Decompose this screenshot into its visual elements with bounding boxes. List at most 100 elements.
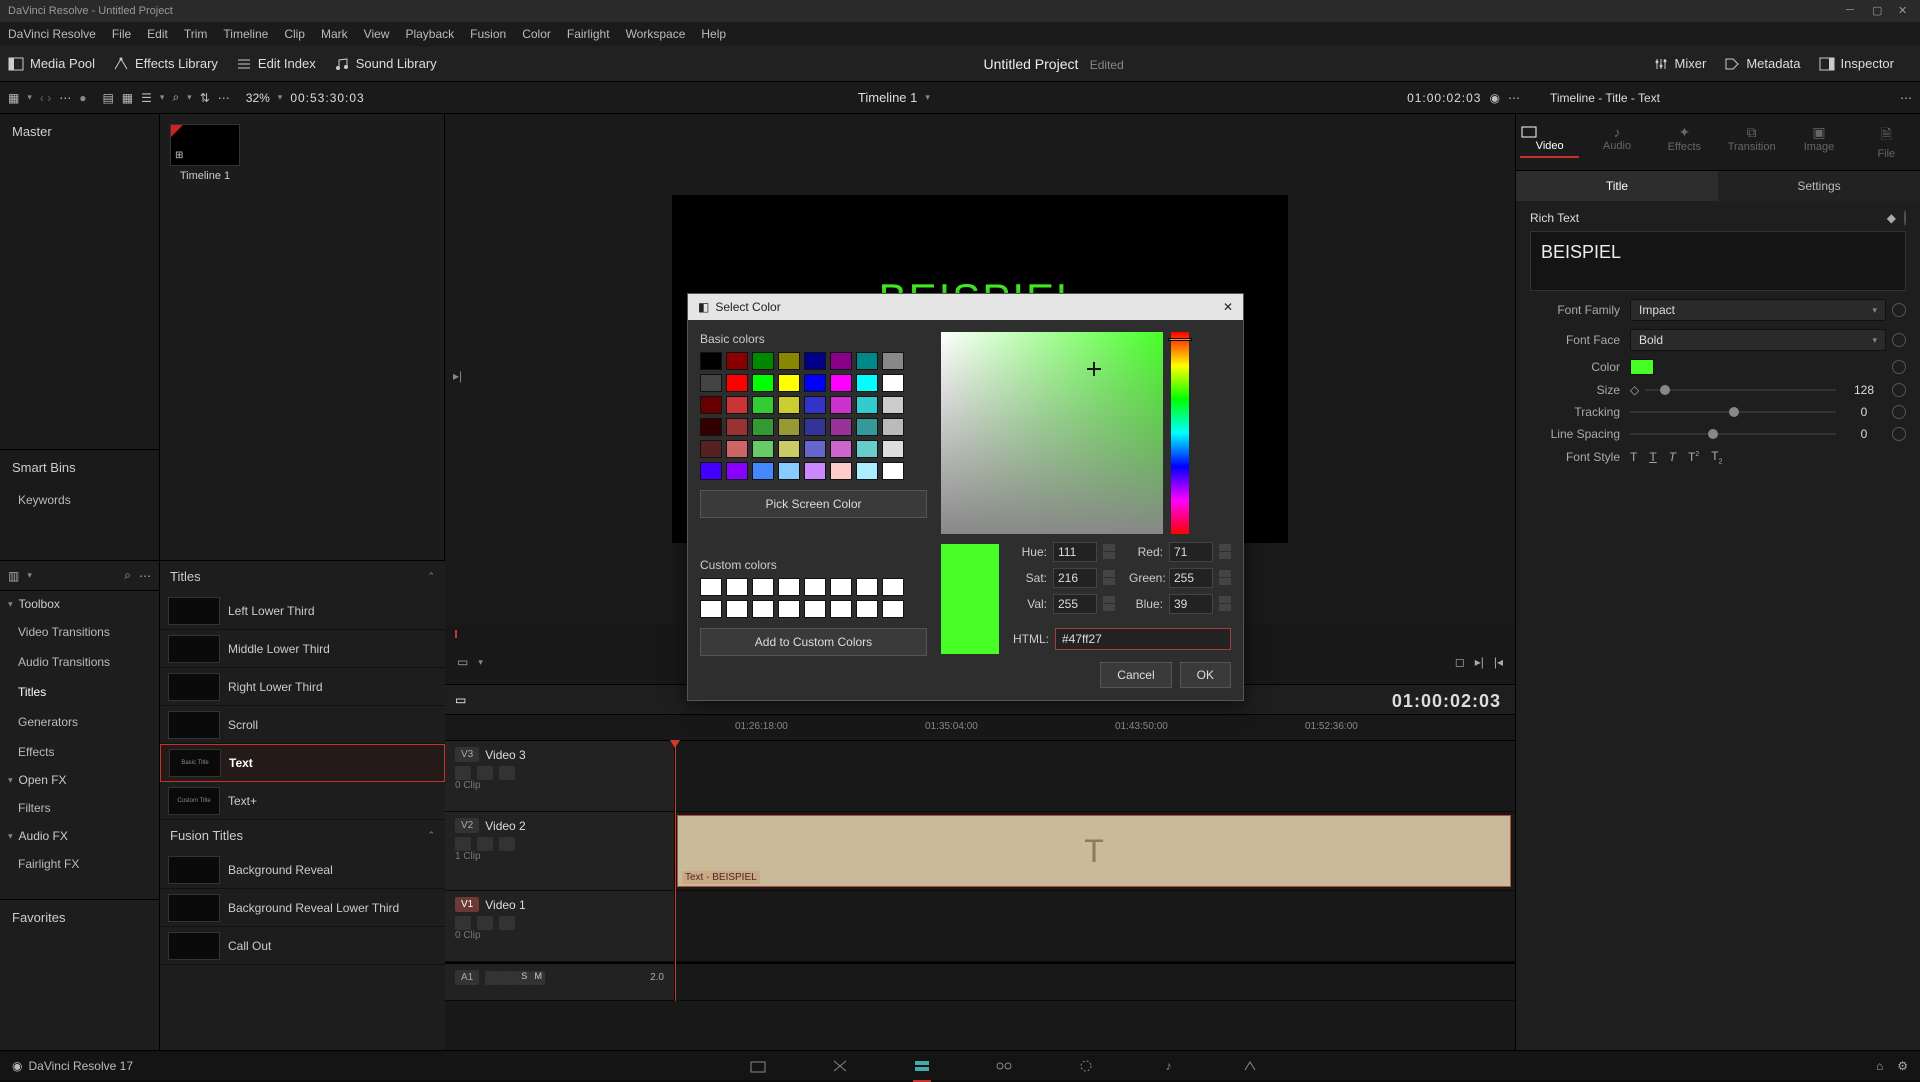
reset-button[interactable] [1892,383,1906,397]
basic-swatch[interactable] [700,462,722,480]
metadata-button[interactable]: Metadata [1724,56,1800,71]
play-icon[interactable]: ▸| [453,369,462,383]
chevron-down-icon[interactable]: ▾ [27,92,32,103]
basic-swatch[interactable] [752,352,774,370]
tab-video[interactable]: Video [1516,114,1583,170]
ok-button[interactable]: OK [1180,662,1231,688]
basic-swatch[interactable] [778,418,800,436]
basic-swatch[interactable] [856,352,878,370]
minimize-icon[interactable]: ─ [1846,4,1860,18]
sat-input[interactable] [1053,568,1097,588]
picker-marker[interactable] [1087,362,1101,376]
list-view-icon[interactable]: ☰ [141,91,152,105]
basic-swatch[interactable] [856,374,878,392]
basic-swatch[interactable] [726,440,748,458]
inspector-button[interactable]: Inspector [1819,56,1894,71]
custom-swatch[interactable] [726,600,748,618]
disable-icon[interactable] [499,837,515,851]
font-face-dropdown[interactable]: Bold▾ [1630,329,1886,351]
track-body-v3[interactable] [675,741,1515,811]
custom-swatch[interactable] [856,578,878,596]
menu-playback[interactable]: Playback [405,27,454,41]
custom-swatch[interactable] [726,578,748,596]
custom-swatch[interactable] [778,600,800,618]
track-head-v3[interactable]: V3Video 3 0 Clip [445,741,675,811]
custom-swatch[interactable] [830,578,852,596]
close-icon[interactable]: ✕ [1223,300,1233,314]
hue-input[interactable] [1053,542,1097,562]
green-input[interactable] [1169,568,1213,588]
saturation-value-picker[interactable] [941,332,1163,534]
hue-slider[interactable] [1171,332,1189,534]
page-media[interactable] [747,1055,769,1077]
timeline-timecode[interactable]: 01:00:02:03 [1407,91,1481,105]
item-fairlightfx[interactable]: Fairlight FX [0,849,159,879]
custom-swatch[interactable] [804,600,826,618]
hue-marker[interactable] [1168,338,1192,341]
basic-swatch[interactable] [830,418,852,436]
basic-swatch[interactable] [830,462,852,480]
tab-file[interactable]: 🗎File [1853,114,1920,170]
basic-swatch[interactable] [752,396,774,414]
menu-edit[interactable]: Edit [147,27,168,41]
val-input[interactable] [1053,594,1097,614]
effects-library-button[interactable]: Effects Library [113,56,218,71]
go-start-icon[interactable]: |◂ [1494,655,1503,669]
custom-swatch[interactable] [804,578,826,596]
mute-button[interactable]: M [531,971,545,985]
reset-button[interactable] [1892,405,1906,419]
menu-fairlight[interactable]: Fairlight [567,27,610,41]
timeline-name[interactable]: Timeline 1 [858,90,917,105]
basic-swatch[interactable] [778,352,800,370]
basic-swatch[interactable] [856,396,878,414]
basic-swatch[interactable] [804,462,826,480]
basic-swatch[interactable] [882,374,904,392]
custom-swatch[interactable] [882,578,904,596]
title-item-right-lower-third[interactable]: Right Lower Third [160,668,445,706]
tab-audio[interactable]: ♪Audio [1583,114,1650,170]
reset-button[interactable] [1892,303,1906,317]
reset-button[interactable] [1892,427,1906,441]
timeline-clip-thumb[interactable]: ⊞ Timeline 1 [170,124,240,182]
lock-icon[interactable] [485,971,501,985]
close-icon[interactable]: ✕ [1898,4,1912,18]
basic-swatch[interactable] [882,440,904,458]
size-value[interactable]: 128 [1842,383,1886,397]
menu-mark[interactable]: Mark [321,27,348,41]
page-fusion[interactable] [993,1055,1015,1077]
custom-swatch[interactable] [700,600,722,618]
basic-swatch[interactable] [856,440,878,458]
tab-effects[interactable]: ✦Effects [1651,114,1718,170]
tracking-slider[interactable] [1630,411,1836,413]
crop-icon[interactable]: ▭ [457,655,468,669]
title-item-text+[interactable]: Custom TitleText+ [160,782,445,820]
reset-button[interactable] [1904,210,1906,226]
collapse-icon[interactable]: ⌃ [427,830,435,841]
basic-swatch[interactable] [752,374,774,392]
style-sub-button[interactable]: T2 [1711,449,1722,465]
smart-bins-header[interactable]: Smart Bins [0,449,159,485]
search-icon[interactable]: ⌕ [124,568,131,583]
track-head-a1[interactable]: A1 S M 2.0 [445,964,675,1000]
basic-swatch[interactable] [804,418,826,436]
basic-swatch[interactable] [700,374,722,392]
basic-swatch[interactable] [804,352,826,370]
tab-image[interactable]: ▣Image [1785,114,1852,170]
fusion-title-background-reveal-lower-third[interactable]: Background Reveal Lower Third [160,889,445,927]
custom-swatch[interactable] [882,600,904,618]
selection-tool-icon[interactable]: ▭ [455,693,466,707]
lock-icon[interactable] [455,766,471,780]
basic-swatch[interactable] [752,440,774,458]
maximize-icon[interactable]: ▢ [1872,4,1886,18]
basic-swatch[interactable] [882,396,904,414]
item-generators[interactable]: Generators [0,707,159,737]
menu-file[interactable]: File [112,27,131,41]
page-deliver[interactable] [1239,1055,1261,1077]
master-bin[interactable]: Master [0,114,159,149]
search-icon[interactable]: ⌕ [172,90,179,105]
menu-view[interactable]: View [364,27,390,41]
reset-button[interactable] [1892,333,1906,347]
basic-swatch[interactable] [726,462,748,480]
collapse-icon[interactable]: ⌃ [427,571,435,582]
basic-swatch[interactable] [856,418,878,436]
